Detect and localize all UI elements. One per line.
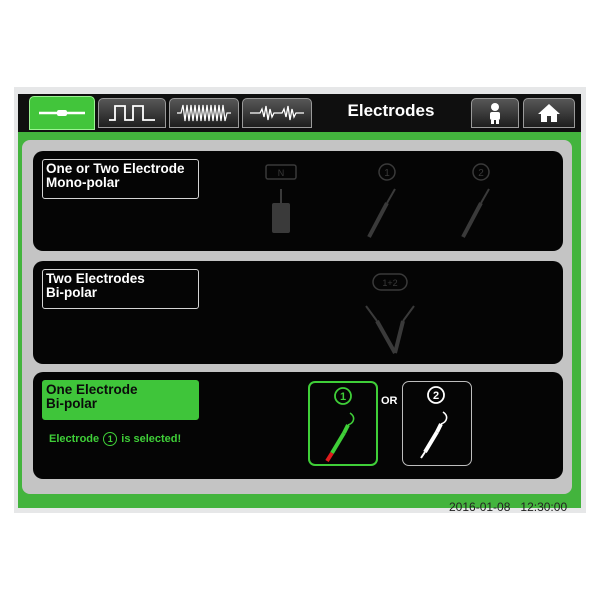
option-1-number: 1 [340, 391, 346, 403]
option-2-number: 2 [433, 390, 439, 402]
top-bar: Electrodes [18, 94, 581, 132]
bipolar-pair-graphic: 1+2 [365, 273, 415, 354]
mode-panel-monopolar[interactable]: One or Two Electrode Mono-polar N 1 2 [33, 151, 563, 251]
mode-panel-bipolar-one[interactable]: One Electrode Bi-polar Electrode 1 is se… [33, 372, 563, 479]
monopolar-electrodes-graphic: N 1 2 [265, 163, 490, 238]
modulated-wave-icon [250, 105, 304, 121]
status-electrode-number: 1 [103, 432, 118, 446]
page-title: Electrodes [347, 101, 435, 120]
content-area: One or Two Electrode Mono-polar N 1 2 Tw… [22, 140, 572, 494]
modulated-tab[interactable] [242, 98, 312, 128]
status-prefix: Electrode [49, 432, 100, 445]
mode-label-line1: One Electrode [46, 382, 138, 397]
electrode-1-badge-text: 1 [384, 168, 390, 179]
home-button[interactable] [523, 98, 575, 128]
electrode-tab[interactable] [29, 96, 95, 130]
burst-tab[interactable] [169, 98, 239, 128]
mode-label-line2: Bi-polar [46, 396, 98, 411]
square-wave-icon [109, 105, 155, 121]
electrode-2-badge-text: 2 [478, 168, 484, 179]
selection-status: Electrode 1 is selected! [49, 432, 181, 446]
status-suffix: is selected! [121, 432, 182, 445]
mode-panel-bipolar-two[interactable]: Two Electrodes Bi-polar 1+2 [33, 261, 563, 364]
dense-wave-icon [177, 104, 231, 122]
electrode-option-1[interactable]: 1 [308, 381, 378, 466]
electrode-option-2[interactable]: 2 [402, 381, 472, 466]
status-timestamp: 2016-01-08 12:30:00 [449, 500, 567, 514]
neutral-badge-text: N [278, 168, 285, 178]
combined-badge-text: 1+2 [382, 278, 397, 288]
footer-time: 12:30:00 [520, 500, 568, 514]
home-icon [538, 104, 560, 122]
electrode-probe-icon: 1 [325, 387, 355, 463]
electrode-probe-icon [39, 110, 85, 116]
patient-button[interactable] [471, 98, 519, 128]
electrode-probe-icon: 2 [420, 386, 448, 459]
mode-label-bipolar-one[interactable]: One Electrode Bi-polar [42, 380, 199, 420]
pulse-tab[interactable] [98, 98, 166, 128]
patient-icon [490, 103, 500, 124]
or-label: OR [381, 395, 398, 407]
screen: Electrodes One or Two Electrode Mono-pol… [18, 94, 581, 508]
footer-date: 2016-01-08 [449, 500, 511, 514]
